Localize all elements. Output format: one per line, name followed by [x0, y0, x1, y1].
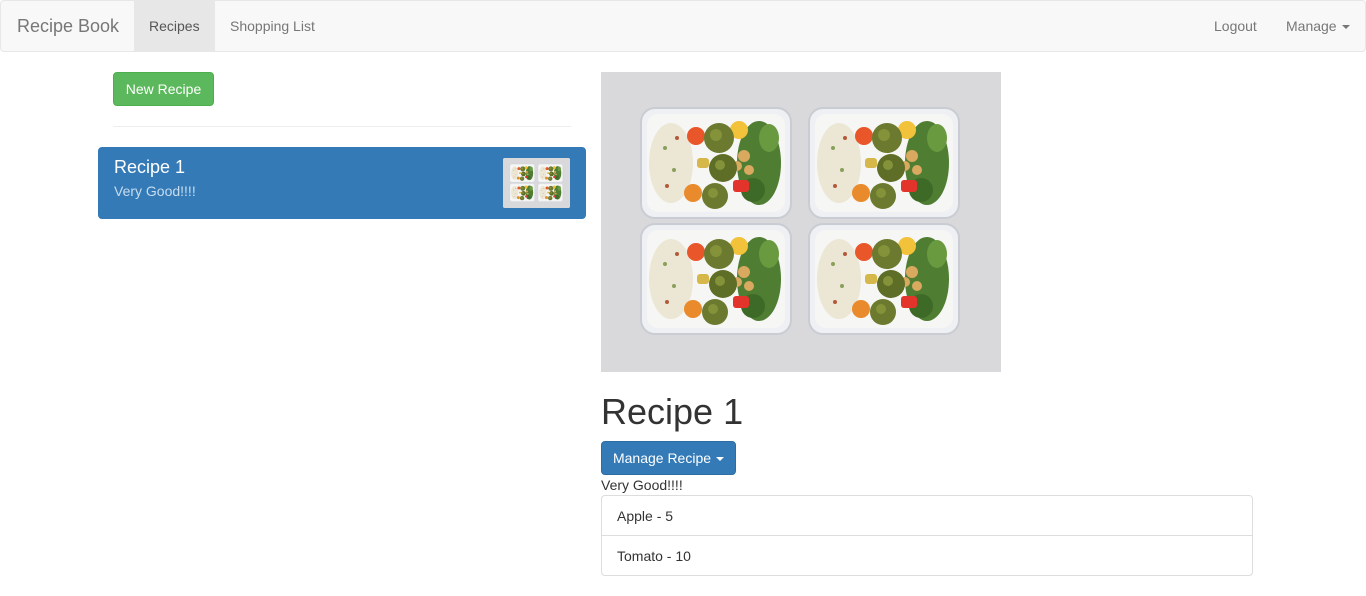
caret-down-icon [716, 457, 725, 462]
ingredient-item[interactable]: Apple - 5 [601, 495, 1253, 536]
divider [113, 126, 571, 127]
recipe-list-item-name: Recipe 1 [114, 157, 186, 177]
recipe-image [601, 72, 1001, 372]
recipe-title: Recipe 1 [601, 391, 744, 432]
manage-recipe-button[interactable]: Manage Recipe [601, 441, 736, 475]
recipe-thumbnail-image [503, 158, 570, 208]
recipe-list-item[interactable]: Recipe 1 Very Good!!!! [98, 147, 586, 219]
recipe-description: Very Good!!!! [601, 477, 683, 493]
manage-dropdown-label: Manage [1286, 18, 1337, 34]
brand-link[interactable]: Recipe Book [17, 1, 119, 51]
new-recipe-button[interactable]: New Recipe [113, 72, 214, 106]
nav-shopping-list-link[interactable]: Shopping List [215, 1, 330, 51]
caret-down-icon [1341, 25, 1350, 30]
recipe-list-item-description: Very Good!!!! [114, 183, 196, 199]
ingredient-item[interactable]: Tomato - 10 [601, 535, 1253, 576]
navbar: Recipe Book Recipes Shopping List Logout… [0, 0, 1366, 52]
ingredient-list: Apple - 5 Tomato - 10 [601, 495, 1253, 576]
logout-link[interactable]: Logout [1199, 1, 1272, 51]
manage-dropdown-toggle[interactable]: Manage [1271, 1, 1365, 51]
nav-recipes-link[interactable]: Recipes [134, 1, 215, 51]
manage-recipe-label: Manage Recipe [612, 450, 712, 466]
